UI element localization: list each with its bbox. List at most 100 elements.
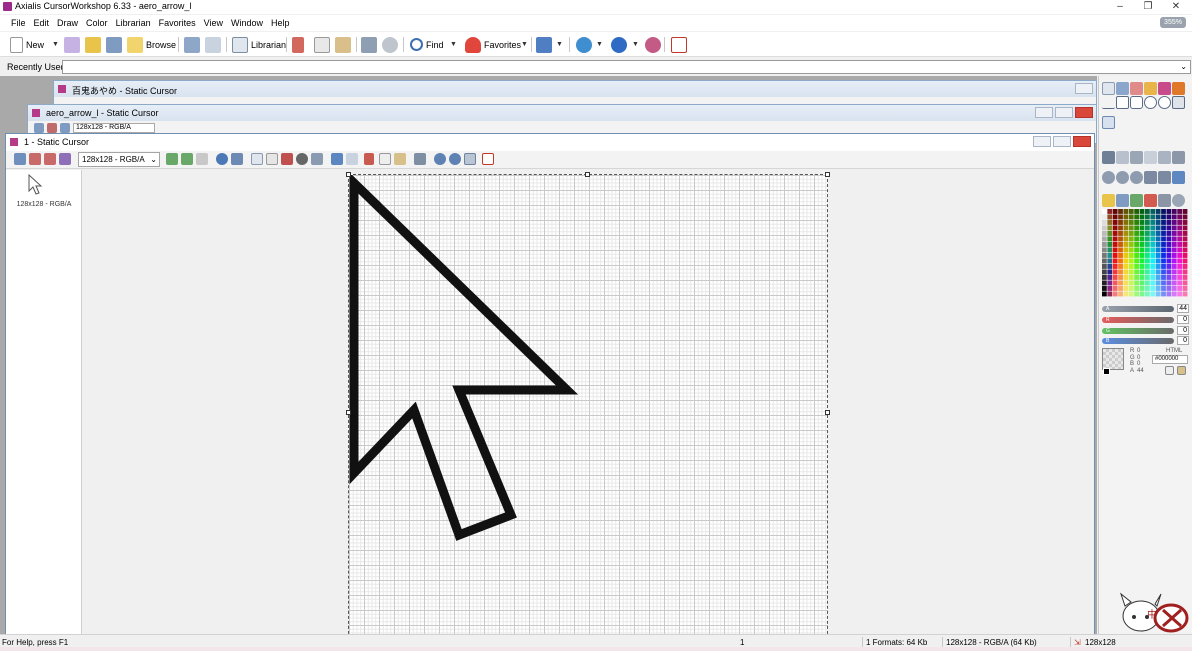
favorites-dropdown[interactable]: ▼ (521, 35, 528, 54)
palette-swatch[interactable] (1161, 225, 1166, 231)
copy-button[interactable] (314, 35, 330, 54)
palette-swatch[interactable] (1161, 231, 1166, 236)
export-icon[interactable] (59, 153, 71, 165)
palette-swatch[interactable] (1112, 242, 1118, 247)
palette-swatch[interactable] (1112, 264, 1118, 269)
palette-swatch[interactable] (1139, 247, 1145, 253)
palette-swatch[interactable] (1171, 275, 1177, 280)
text-icon[interactable] (1144, 171, 1157, 184)
palette-swatch[interactable] (1118, 225, 1123, 231)
palette-swatch[interactable] (1123, 220, 1129, 225)
palette-swatch[interactable] (1139, 291, 1145, 297)
palette-swatch[interactable] (1134, 220, 1140, 225)
palette-swatch[interactable] (1182, 264, 1188, 269)
hotspot-icon[interactable] (281, 153, 293, 165)
open-palette-icon[interactable] (1102, 194, 1115, 207)
effect-2-icon[interactable] (1116, 171, 1129, 184)
palette-swatch[interactable] (1118, 253, 1123, 258)
palette-swatch[interactable] (1145, 264, 1150, 269)
palette-swatch[interactable] (1182, 269, 1188, 275)
palette-swatch[interactable] (1166, 231, 1172, 236)
palette-swatch[interactable] (1150, 264, 1156, 269)
help-button[interactable] (611, 35, 627, 54)
palette-swatch[interactable] (1107, 264, 1113, 269)
palette-swatch[interactable] (1182, 286, 1188, 291)
palette-swatch[interactable] (1177, 242, 1183, 247)
palette-swatch[interactable] (1123, 214, 1129, 220)
eyedropper-icon[interactable] (1116, 82, 1129, 95)
fill-mode-2-icon[interactable] (1116, 151, 1129, 164)
palette-swatch[interactable] (1155, 275, 1161, 280)
pixel-grid-canvas[interactable] (348, 174, 828, 634)
palette-swatch[interactable] (1112, 220, 1118, 225)
menu-favorites[interactable]: Favorites (155, 15, 200, 31)
monitor-button[interactable] (536, 35, 552, 54)
preview-icon[interactable] (311, 153, 323, 165)
save-icon[interactable] (14, 153, 26, 165)
paste-color-icon[interactable] (1177, 366, 1186, 375)
fill-mode-6-icon[interactable] (1172, 151, 1185, 164)
recently-used-dropdown[interactable]: ⌄ (62, 60, 1191, 74)
palette-swatch[interactable] (1177, 275, 1183, 280)
palette-swatch[interactable] (1139, 286, 1145, 291)
palette-swatch[interactable] (1123, 247, 1129, 253)
menu-help[interactable]: Help (267, 15, 294, 31)
palette-swatch[interactable] (1107, 291, 1113, 297)
palette-swatch[interactable] (1150, 275, 1156, 280)
palette-swatch[interactable] (1166, 247, 1172, 253)
palette-swatch[interactable] (1107, 242, 1113, 247)
palette-swatch[interactable] (1145, 242, 1150, 247)
update-button[interactable] (645, 35, 661, 54)
color-palette[interactable] (1102, 209, 1188, 297)
palette-swatch[interactable] (1145, 247, 1150, 253)
palette-swatch[interactable] (1155, 225, 1161, 231)
palette-swatch[interactable] (1161, 291, 1166, 297)
menu-view[interactable]: View (200, 15, 227, 31)
menu-librarian[interactable]: Librarian (112, 15, 155, 31)
redo-icon[interactable] (346, 153, 358, 165)
fill-mode-1-icon[interactable] (1102, 151, 1115, 164)
fill-mode-3-icon[interactable] (1130, 151, 1143, 164)
palette-swatch[interactable] (1118, 214, 1123, 220)
find-button[interactable]: Find (410, 35, 444, 54)
palette-swatch[interactable] (1171, 253, 1177, 258)
palette-swatch[interactable] (1171, 220, 1177, 225)
palette-swatch[interactable] (1182, 258, 1188, 264)
transparency-icon[interactable] (296, 153, 308, 165)
palette-swatch[interactable] (1150, 209, 1156, 214)
palette-swatch[interactable] (1102, 231, 1107, 236)
palette-swatch[interactable] (1161, 214, 1166, 220)
palette-swatch[interactable] (1128, 236, 1134, 242)
palette-swatch[interactable] (1166, 258, 1172, 264)
palette-clock-icon[interactable] (1172, 194, 1185, 207)
palette-swatch[interactable] (1150, 214, 1156, 220)
palette-swatch[interactable] (1107, 286, 1113, 291)
palette-swatch[interactable] (1166, 236, 1172, 242)
menu-file[interactable]: File (7, 15, 30, 31)
palette-swatch[interactable] (1102, 247, 1107, 253)
palette-swatch[interactable] (1134, 258, 1140, 264)
palette-swatch[interactable] (1139, 264, 1145, 269)
active-document-window[interactable]: 1 - Static Cursor 128x128 - RGB/A ⌄ 128x… (5, 133, 1095, 634)
palette-swatch[interactable] (1118, 280, 1123, 286)
palette-swatch[interactable] (1112, 280, 1118, 286)
palette-swatch[interactable] (1182, 209, 1188, 214)
palette-swatch[interactable] (1128, 291, 1134, 297)
palette-swatch[interactable] (1123, 231, 1129, 236)
zoom-fit-icon[interactable] (464, 153, 476, 165)
web-dropdown[interactable]: ▼ (596, 35, 603, 54)
paste-icon[interactable] (394, 153, 406, 165)
palette-swatch[interactable] (1155, 291, 1161, 297)
librarian-button[interactable]: Librarian (232, 35, 286, 54)
zoom-out-icon[interactable] (449, 153, 461, 165)
palette-swatch[interactable] (1112, 231, 1118, 236)
paste-button[interactable] (335, 35, 351, 54)
close-button[interactable] (1075, 107, 1093, 118)
palette-swatch[interactable] (1128, 286, 1134, 291)
palette-swatch[interactable] (1112, 236, 1118, 242)
brush-size-6-icon[interactable] (1172, 116, 1185, 129)
brush-size-3-icon[interactable] (1130, 116, 1143, 129)
palette-swatch[interactable] (1102, 253, 1107, 258)
zoom-icon[interactable] (216, 153, 228, 165)
maximize-button[interactable] (1055, 107, 1073, 118)
